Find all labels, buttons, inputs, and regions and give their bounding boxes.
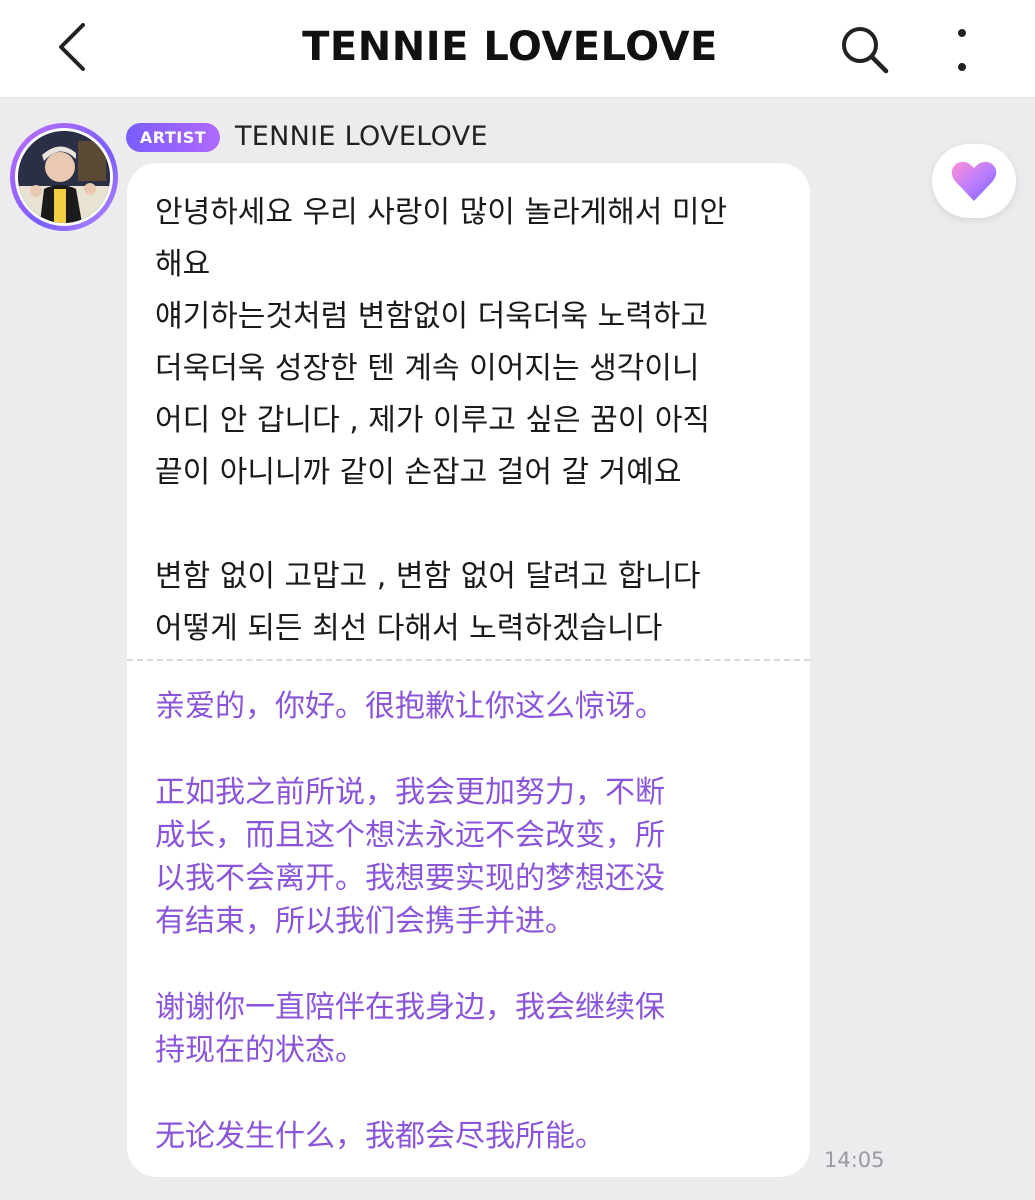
message-bubble[interactable]: 안녕하세요 우리 사랑이 많이 놀라게해서 미안 해요 얘기하는것처럼 변함없이…	[127, 163, 810, 1177]
message-text-korean: 안녕하세요 우리 사랑이 많이 놀라게해서 미안 해요 얘기하는것처럼 변함없이…	[155, 195, 728, 646]
app-header: TENNIE LOVELOVE	[0, 0, 1035, 98]
avatar-photo	[18, 131, 110, 223]
message-timestamp: 14:05	[824, 1148, 885, 1172]
heart-icon	[951, 161, 997, 201]
sender-name[interactable]: TENNIE LOVELOVE	[235, 118, 488, 156]
search-icon	[842, 27, 889, 74]
avatar[interactable]	[10, 123, 118, 231]
translation-divider	[127, 659, 810, 661]
message-translation: 亲爱的，你好。很抱歉让你这么惊讶。 正如我之前所说，我会更加努力，不断 成长，而…	[155, 689, 665, 1154]
chevron-left-icon	[59, 23, 85, 71]
avatar-frame	[15, 128, 113, 226]
avatar-illustration	[18, 131, 110, 223]
page-title: TENNIE LOVELOVE	[302, 24, 718, 70]
back-button[interactable]	[40, 14, 104, 80]
artist-badge: ARTIST	[126, 123, 220, 152]
more-options-button[interactable]	[936, 18, 988, 82]
reaction-button[interactable]	[932, 144, 1016, 218]
search-button[interactable]	[833, 18, 897, 82]
more-vertical-icon	[958, 29, 966, 71]
